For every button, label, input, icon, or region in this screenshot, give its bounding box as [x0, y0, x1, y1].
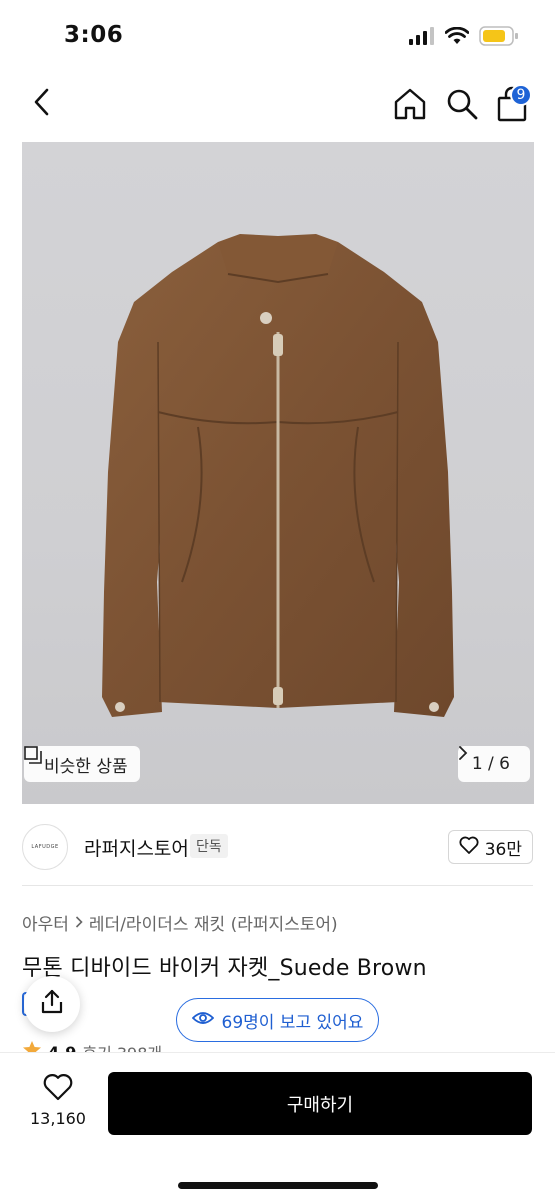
heart-icon	[459, 836, 479, 859]
battery-icon	[479, 26, 519, 50]
product-title: 무톤 디바이드 바이커 자켓_Suede Brown	[22, 956, 427, 981]
similar-products-button[interactable]: 비슷한 상품	[24, 746, 140, 782]
back-icon	[33, 88, 51, 120]
product-image[interactable]: 비슷한 상품 1 / 6	[22, 142, 534, 804]
search-icon	[444, 89, 480, 126]
status-bar: 3:06	[0, 0, 555, 72]
jacket-image	[102, 234, 454, 717]
eye-icon	[191, 1010, 214, 1031]
viewers-indicator: 69명이 보고 있어요	[176, 998, 379, 1042]
share-icon	[40, 989, 64, 1019]
nav-bar: 9	[0, 72, 555, 136]
store-like-button[interactable]: 36만	[447, 830, 533, 864]
exclusive-badge: 단독	[190, 834, 228, 858]
bottom-bar: 13,160 구매하기	[0, 1052, 555, 1200]
search-button[interactable]	[444, 86, 480, 122]
cart-badge: 9	[510, 84, 532, 106]
home-button[interactable]	[392, 86, 428, 122]
store-row[interactable]: LAFUDGE 라퍼지스토어 단독 36만	[22, 822, 533, 886]
buy-button[interactable]: 구매하기	[108, 1072, 532, 1135]
page-indicator: 1 / 6	[471, 754, 510, 774]
breadcrumb-subcategory[interactable]: 레더/라이더스 재킷 (라퍼지스토어)	[89, 910, 338, 935]
home-indicator	[178, 1182, 378, 1189]
store-logo[interactable]: LAFUDGE	[22, 824, 68, 870]
store-like-count: 36만	[484, 839, 522, 860]
home-icon	[392, 88, 428, 126]
wishlist-count: 13,160	[30, 1109, 86, 1128]
chevron-right-icon	[75, 913, 83, 933]
similar-label: 비슷한 상품	[44, 756, 128, 777]
share-button[interactable]	[24, 976, 80, 1032]
status-time: 3:06	[64, 22, 124, 48]
store-name[interactable]: 라퍼지스토어	[84, 834, 189, 861]
wifi-icon	[444, 26, 470, 49]
cart-button[interactable]: 9	[494, 84, 534, 124]
back-button[interactable]	[26, 86, 58, 122]
breadcrumb-category[interactable]: 아우터	[22, 910, 69, 935]
cart-icon	[494, 86, 530, 128]
signal-icon	[409, 27, 435, 49]
heart-icon	[43, 1074, 73, 1105]
breadcrumb: 아우터 레더/라이더스 재킷 (라퍼지스토어)	[22, 910, 338, 935]
status-icons	[409, 26, 519, 50]
image-pager[interactable]: 1 / 6	[457, 746, 530, 782]
wishlist-button[interactable]: 13,160	[22, 1073, 94, 1128]
viewers-text: 69명이 보고 있어요	[221, 1012, 364, 1033]
